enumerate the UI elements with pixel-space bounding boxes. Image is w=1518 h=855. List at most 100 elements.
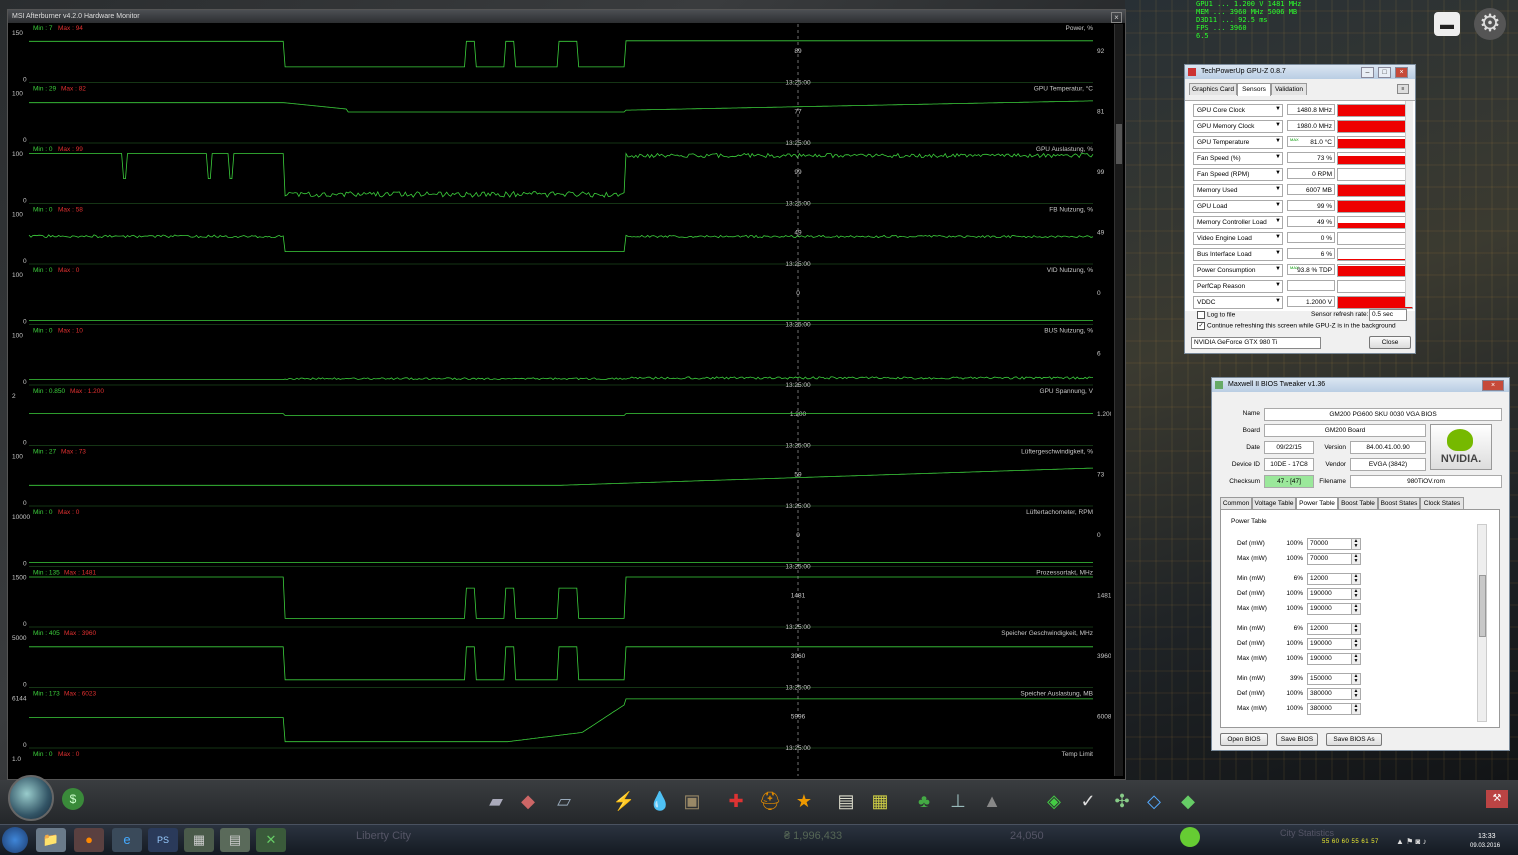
terrain-icon[interactable]: ◆ [1176, 788, 1200, 814]
gpu-select[interactable]: NVIDIA GeForce GTX 980 Ti [1191, 337, 1321, 349]
app-icon[interactable]: ▦ [184, 828, 214, 852]
area-icon[interactable]: ✣ [1110, 788, 1134, 814]
healthcare-icon[interactable]: ✚ [724, 788, 748, 814]
save-bios-button[interactable]: Save BIOS [1276, 733, 1318, 746]
game-taskbar-icon[interactable]: ✕ [256, 828, 286, 852]
gear-icon[interactable]: ⚙ [1474, 8, 1506, 40]
power-row-input[interactable]: 190000 [1307, 638, 1353, 650]
sensor-label[interactable]: Fan Speed (%) [1193, 152, 1283, 165]
close-button[interactable]: × [1111, 12, 1122, 23]
sensor-label[interactable]: GPU Load [1193, 200, 1283, 213]
close-dialog-button[interactable]: Close [1369, 336, 1411, 349]
road-icon[interactable]: ▰ [484, 788, 508, 814]
camera-icon[interactable]: ▬ [1434, 12, 1460, 36]
sensor-label[interactable]: PerfCap Reason [1193, 280, 1283, 293]
spinner-icon[interactable]: ▲ ▼ [1351, 603, 1361, 615]
chevron-down-icon[interactable]: ▼ [1275, 186, 1281, 192]
menu-icon[interactable]: ≡ [1397, 84, 1409, 94]
power-row-input[interactable]: 70000 [1307, 538, 1353, 550]
gpuz-taskbar-icon[interactable]: ▤ [220, 828, 250, 852]
sensor-label[interactable]: Bus Interface Load [1193, 248, 1283, 261]
log-to-file-checkbox[interactable] [1197, 311, 1205, 319]
scrollbar-thumb[interactable] [1479, 575, 1486, 637]
power-table-scrollbar[interactable] [1477, 524, 1487, 722]
electricity-icon[interactable]: ⚡ [612, 788, 636, 814]
chevron-down-icon[interactable]: ▼ [1275, 250, 1281, 256]
version-field[interactable]: 84.00.41.00.90 [1350, 441, 1426, 454]
open-bios-button[interactable]: Open BIOS [1220, 733, 1268, 746]
power-row-input[interactable]: 380000 [1307, 703, 1353, 715]
continue-refresh-checkbox[interactable]: ✓ [1197, 322, 1205, 330]
chevron-down-icon[interactable]: ▼ [1275, 106, 1281, 112]
tab-boost-states[interactable]: Boost States [1378, 497, 1420, 509]
spinner-icon[interactable]: ▲ ▼ [1351, 573, 1361, 585]
park-icon[interactable]: ♣ [912, 788, 936, 814]
chevron-down-icon[interactable]: ▼ [1275, 138, 1281, 144]
landmark-icon[interactable]: ▲ [980, 788, 1004, 814]
sensor-label[interactable]: Power Consumption [1193, 264, 1283, 277]
firefox-icon[interactable]: ● [74, 828, 104, 852]
chevron-down-icon[interactable]: ▼ [1275, 266, 1281, 272]
spinner-icon[interactable]: ▲ ▼ [1351, 638, 1361, 650]
spinner-icon[interactable]: ▲ ▼ [1351, 538, 1361, 550]
maximize-button[interactable]: □ [1378, 67, 1391, 78]
power-row-input[interactable]: 150000 [1307, 673, 1353, 685]
chevron-down-icon[interactable]: ▼ [1275, 298, 1281, 304]
chevron-down-icon[interactable]: ▼ [1275, 282, 1281, 288]
clock-time[interactable]: 13:33 [1478, 833, 1496, 840]
chevron-down-icon[interactable]: ▼ [1275, 234, 1281, 240]
power-row-input[interactable]: 70000 [1307, 553, 1353, 565]
scrollbar[interactable] [1114, 24, 1123, 776]
start-button[interactable] [2, 827, 28, 853]
sensor-label[interactable]: VDDC [1193, 296, 1283, 309]
chevron-down-icon[interactable]: ▼ [1275, 218, 1281, 224]
chevron-down-icon[interactable]: ▼ [1275, 154, 1281, 160]
power-row-input[interactable]: 190000 [1307, 653, 1353, 665]
tab-voltage-table[interactable]: Voltage Table [1252, 497, 1296, 509]
money-icon[interactable]: ◈ [1042, 788, 1066, 814]
spinner-icon[interactable]: ▲ ▼ [1351, 623, 1361, 635]
education-icon[interactable]: ▤ [834, 788, 858, 814]
tab-boost-table[interactable]: Boost Table [1338, 497, 1378, 509]
fire-icon[interactable]: ⛑ [758, 788, 782, 814]
tray-icons[interactable]: ▲ ⚑ ◙ ♪ [1396, 837, 1427, 846]
tab-common[interactable]: Common [1220, 497, 1252, 509]
spinner-icon[interactable]: ▲ ▼ [1351, 673, 1361, 685]
spinner-icon[interactable]: ▲ ▼ [1351, 688, 1361, 700]
spinner-icon[interactable]: ▲ ▼ [1351, 653, 1361, 665]
filename-field[interactable]: 980TiOV.rom [1350, 475, 1502, 488]
sensor-scrollbar[interactable] [1405, 101, 1413, 307]
tab-clock-states[interactable]: Clock States [1420, 497, 1464, 509]
device-id-field[interactable]: 10DE - 17C8 [1264, 458, 1314, 471]
power-row-input[interactable]: 12000 [1307, 623, 1353, 635]
transport-icon[interactable]: ▦ [868, 788, 892, 814]
sensor-label[interactable]: Memory Controller Load [1193, 216, 1283, 229]
spinner-icon[interactable]: ▲ ▼ [1351, 588, 1361, 600]
water-icon[interactable]: 💧 [648, 788, 672, 814]
zone-icon[interactable]: ◆ [516, 788, 540, 814]
minimize-button[interactable]: – [1361, 67, 1374, 78]
close-button[interactable]: × [1395, 67, 1408, 78]
district-icon[interactable]: ▱ [552, 788, 576, 814]
chevron-down-icon[interactable]: ▼ [1275, 170, 1281, 176]
spinner-icon[interactable]: ▲ ▼ [1351, 553, 1361, 565]
tab-graphics-card[interactable]: Graphics Card [1189, 83, 1237, 95]
save-bios-as-button[interactable]: Save BIOS As [1326, 733, 1382, 746]
internet-explorer-icon[interactable]: e [112, 828, 142, 852]
sensor-label[interactable]: GPU Memory Clock [1193, 120, 1283, 133]
vendor-field[interactable]: EVGA (3842) [1350, 458, 1426, 471]
tab-sensors[interactable]: Sensors [1237, 83, 1271, 96]
photoshop-icon[interactable]: PS [148, 828, 178, 852]
chevron-down-icon[interactable]: ▼ [1275, 122, 1281, 128]
tab-validation[interactable]: Validation [1271, 83, 1307, 95]
garbage-icon[interactable]: ▣ [680, 788, 704, 814]
power-row-input[interactable]: 380000 [1307, 688, 1353, 700]
sensor-label[interactable]: Video Engine Load [1193, 232, 1283, 245]
close-button[interactable]: × [1482, 380, 1504, 391]
green-orb-icon[interactable] [1180, 827, 1200, 847]
date-field[interactable]: 09/22/15 [1264, 441, 1314, 454]
police-icon[interactable]: ★ [792, 788, 816, 814]
power-row-input[interactable]: 190000 [1307, 588, 1353, 600]
sensor-label[interactable]: Memory Used [1193, 184, 1283, 197]
dollar-icon[interactable]: $ [62, 788, 84, 810]
